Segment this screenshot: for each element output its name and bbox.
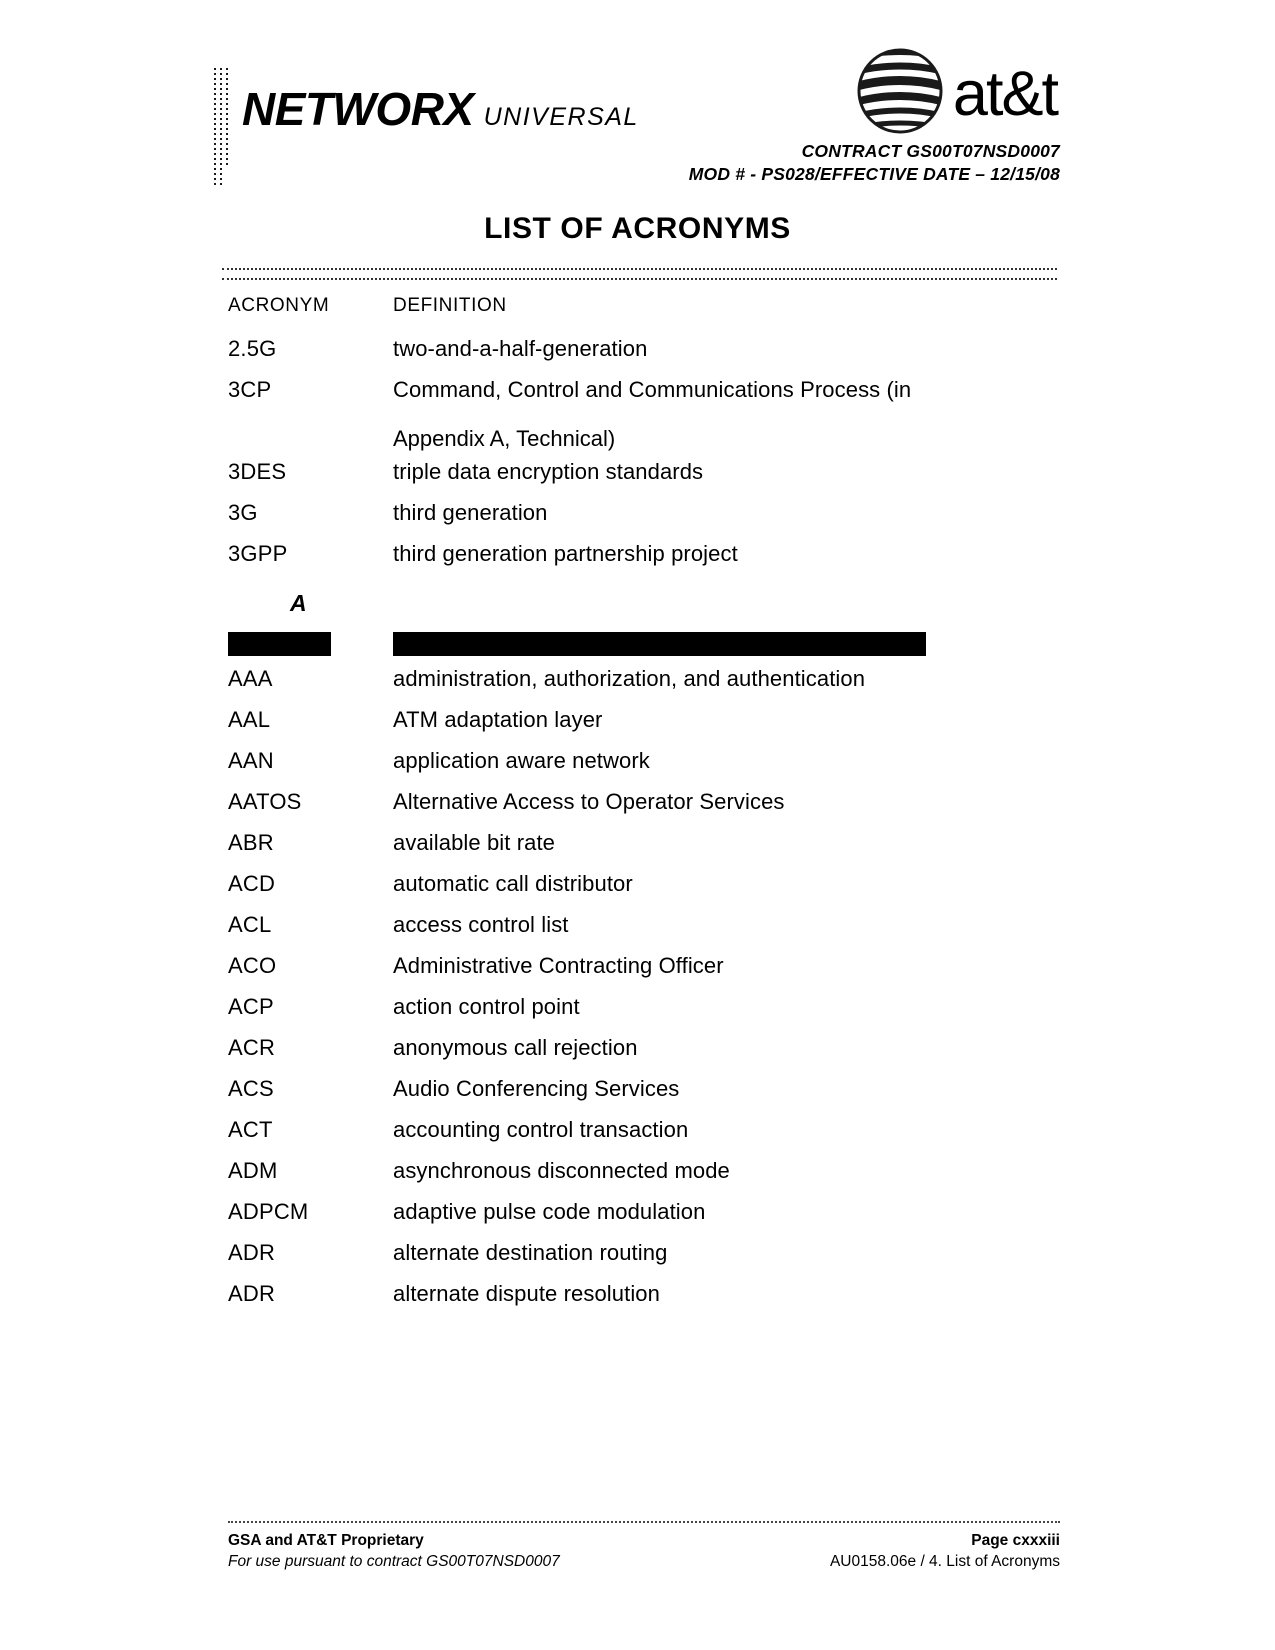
definition-cell: two-and-a-half-generation [393,336,648,361]
table-row: AAN application aware network [228,748,1060,789]
table-row: AAL ATM adaptation layer [228,707,1060,748]
mod-effective-date-line: MOD # - PS028/EFFECTIVE DATE – 12/15/08 [688,164,1060,184]
acronym-cell: ACL [228,912,272,937]
acronym-table: ACRONYM DEFINITION 2.5G two-and-a-half-g… [228,295,1060,1322]
acronym-cell: ADM [228,1158,278,1183]
acronym-cell: ADR [228,1240,276,1265]
definition-cell: Command, Control and Communications Proc… [393,377,912,402]
table-row: ACD automatic call distributor [228,871,1060,912]
contract-info: CONTRACT GS00T07NSD0007 MOD # - PS028/EF… [689,140,1060,186]
divider-rule-bottom [222,278,1057,280]
acronym-cell: ADPCM [228,1199,309,1224]
definition-cell: asynchronous disconnected mode [393,1158,730,1183]
table-row: 3G third generation [228,500,1060,541]
definition-cell: anonymous call rejection [393,1035,638,1060]
att-wordmark: at&t [952,58,1059,129]
definition-cell: available bit rate [393,830,556,855]
definition-cell: action control point [393,994,580,1019]
table-row: ADR alternate destination routing [228,1240,1060,1281]
table-row: ADR alternate dispute resolution [228,1281,1060,1322]
page-header: NETWORX UNIVERSAL at&t CONTRACT GS00T07N… [0,48,1275,193]
acronym-cell: ADR [228,1281,276,1306]
definition-cell: access control list [393,912,569,937]
acronym-cell: 2.5G [228,336,277,361]
redaction-bars [228,626,1060,662]
acronym-cell: AAL [228,707,271,732]
acronym-cell: 3GPP [228,541,288,566]
definition-cell: alternate destination routing [393,1240,668,1265]
acronym-cell: ACT [228,1117,273,1142]
table-row: AATOS Alternative Access to Operator Ser… [228,789,1060,830]
footer-divider [228,1521,1060,1523]
acronym-cell: 3DES [228,459,287,484]
table-row: ADM asynchronous disconnected mode [228,1158,1060,1199]
table-row: ACL access control list [228,912,1060,953]
page-footer: GSA and AT&T Proprietary Page cxxxiii Fo… [228,1521,1060,1572]
universal-wordmark: UNIVERSAL [483,103,639,131]
footer-page-number: Page cxxxiii [971,1532,1060,1549]
table-row: ADPCM adaptive pulse code modulation [228,1199,1060,1240]
table-header-row: ACRONYM DEFINITION [228,295,1060,336]
footer-use-clause: For use pursuant to contract GS00T07NSD0… [228,1553,560,1570]
table-row: 3GPP third generation partnership projec… [228,541,1060,582]
definition-cell: Alternative Access to Operator Services [393,789,785,814]
networx-logo: NETWORX UNIVERSAL [212,68,639,186]
dotted-bars-decoration [212,68,234,186]
divider-rule-top [222,268,1057,270]
table-row: ACO Administrative Contracting Officer [228,953,1060,994]
networx-wordmark: NETWORX [242,83,474,135]
page-title: LIST OF ACRONYMS [484,212,791,245]
table-row: 3DES triple data encryption standards [228,459,1060,500]
acronym-cell: AATOS [228,789,302,814]
definition-continuation: Appendix A, Technical) [393,426,616,451]
definition-cell: automatic call distributor [393,871,633,896]
acronym-cell: 3CP [228,377,272,402]
table-row: ACS Audio Conferencing Services [228,1076,1060,1117]
acronym-cell: AAN [228,748,274,773]
definition-cell: third generation partnership project [393,541,738,566]
definition-cell: adaptive pulse code modulation [393,1199,706,1224]
table-row: ACR anonymous call rejection [228,1035,1060,1076]
redaction-bar-acronym [228,632,331,656]
acronym-cell: ACR [228,1035,276,1060]
contract-number-line: CONTRACT GS00T07NSD0007 [801,141,1060,161]
acronym-cell: ACP [228,994,274,1019]
definition-cell: accounting control transaction [393,1117,689,1142]
att-logo: at&t [857,48,1059,134]
definition-cell: alternate dispute resolution [393,1281,660,1306]
table-row: 2.5G two-and-a-half-generation [228,336,1060,377]
definition-cell: ATM adaptation layer [393,707,603,732]
acronym-cell: ACS [228,1076,274,1101]
acronym-cell: ABR [228,830,274,855]
definition-cell: third generation [393,500,548,525]
table-row: ACP action control point [228,994,1060,1035]
table-row: 3CP Command, Control and Communications … [228,377,1060,418]
definition-cell: application aware network [393,748,650,773]
column-header-definition: DEFINITION [393,295,507,316]
definition-cell: Administrative Contracting Officer [393,953,724,978]
acronym-cell: ACD [228,871,276,896]
definition-cell: administration, authorization, and authe… [393,666,866,691]
document-page: NETWORX UNIVERSAL at&t CONTRACT GS00T07N… [0,0,1275,1650]
table-row: AAA administration, authorization, and a… [228,666,1060,707]
acronym-cell: ACO [228,953,277,978]
section-letter-a: A [290,590,307,616]
column-header-acronym: ACRONYM [228,295,330,316]
att-globe-icon [857,48,943,134]
footer-document-reference: AU0158.06e / 4. List of Acronyms [829,1553,1060,1570]
acronym-cell: AAA [228,666,273,691]
definition-cell: triple data encryption standards [393,459,704,484]
table-row: ABR available bit rate [228,830,1060,871]
table-row: ACT accounting control transaction [228,1117,1060,1158]
redaction-bar-definition [393,632,926,656]
acronym-cell: 3G [228,500,258,525]
footer-proprietary-notice: GSA and AT&T Proprietary [228,1532,424,1549]
definition-cell: Audio Conferencing Services [393,1076,680,1101]
